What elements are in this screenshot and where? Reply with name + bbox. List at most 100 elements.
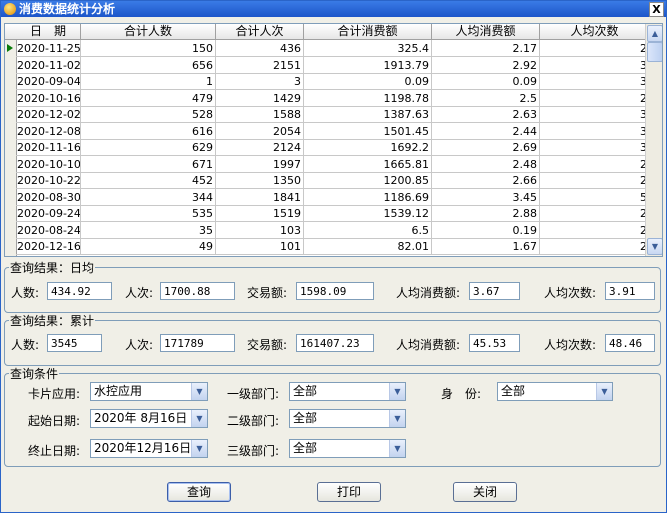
table-row[interactable]: 2020-12-02 528 1588 1387.63 2.63 3	[5, 106, 650, 124]
table-cell: 2020-10-22	[16, 172, 81, 189]
dept2-label: 二级部门:	[227, 414, 280, 428]
chevron-down-icon[interactable]: ▼	[191, 383, 207, 400]
scroll-down-arrow-icon[interactable]: ▼	[647, 238, 662, 255]
table-cell: 1519	[216, 205, 304, 222]
chevron-down-icon[interactable]: ▼	[389, 383, 405, 400]
table-row[interactable]: 2020-09-04 1 3 0.09 0.09 3	[5, 73, 650, 91]
vertical-scrollbar[interactable]: ▲ ▼	[645, 24, 662, 256]
table-cell: 3	[216, 73, 304, 90]
chevron-down-icon[interactable]: ▼	[389, 410, 405, 427]
data-grid[interactable]: 日 期合计人数 合计人次 合计消费额 人均消费额 人均次数 2020-11-25 150 4…	[4, 23, 663, 257]
column-header[interactable]: 人均消费额	[432, 24, 540, 40]
table-cell: 2020-09-24	[16, 205, 81, 222]
chevron-down-icon[interactable]: ▼	[596, 383, 612, 400]
table-cell: 2020-08-24	[16, 221, 81, 239]
column-header[interactable]: 合计人数	[81, 24, 216, 40]
column-header[interactable]: 合计消费额	[304, 24, 432, 40]
table-row[interactable]: 2020-11-16 629 2124 1692.2 2.69 3	[5, 139, 650, 157]
table-cell: 101	[216, 238, 304, 255]
table-cell: 2020-10-10	[16, 155, 81, 173]
table-cell: 2.92	[432, 56, 540, 74]
table-cell: 150	[81, 40, 216, 57]
chevron-down-icon[interactable]: ▼	[191, 440, 207, 457]
scroll-up-arrow-icon[interactable]: ▲	[647, 25, 662, 42]
total-avg-amount-field[interactable]: 45.53	[469, 334, 520, 352]
dept3-value: 全部	[293, 441, 318, 455]
total-people-field[interactable]: 3545	[47, 334, 102, 352]
daily-avg-visits-label: 人均次数:	[544, 286, 597, 300]
total-visits-field[interactable]: 171789	[160, 334, 235, 352]
print-button[interactable]: 打印	[317, 482, 381, 502]
table-row[interactable]: 2020-10-10 671 1997 1665.81 2.48 2	[5, 155, 650, 174]
scroll-thumb[interactable]	[647, 42, 662, 62]
table-row[interactable]: 2020-11-25 150 436 325.4 2.17 2	[5, 40, 650, 58]
grid-header: 日 期合计人数 合计人次 合计消费额 人均消费额 人均次数	[5, 24, 650, 40]
table-cell: 2054	[216, 122, 304, 140]
table-row[interactable]: 2020-12-16 49 101 82.01 1.67 2	[5, 238, 650, 256]
table-row[interactable]: 2020-09-24 535 1519 1539.12 2.88 2	[5, 205, 650, 223]
table-cell: 629	[81, 139, 216, 156]
table-cell: 5	[540, 188, 650, 206]
card-app-select[interactable]: 水控应用 ▼	[90, 382, 208, 401]
table-row[interactable]: 2020-12-08 616 2054 1501.45 2.44 3	[5, 122, 650, 141]
table-cell: 1186.69	[304, 188, 432, 206]
table-row[interactable]: 2020-08-30 344 1841 1186.69 3.45 5	[5, 188, 650, 207]
table-cell: 2020-11-16	[16, 139, 81, 156]
column-header[interactable]: 日 期	[16, 24, 81, 40]
daily-amount-label: 交易额:	[247, 286, 288, 300]
close-button[interactable]: 关闭	[453, 482, 517, 502]
daily-visits-field[interactable]: 1700.88	[160, 282, 235, 300]
start-date-picker[interactable]: 2020年 8月16日 ▼	[90, 409, 208, 428]
app-icon	[4, 3, 16, 15]
current-row-arrow-icon	[7, 44, 13, 52]
dept2-select[interactable]: 全部 ▼	[289, 409, 406, 428]
table-cell: 2020-09-04	[16, 73, 81, 90]
table-cell: 2.88	[432, 205, 540, 222]
table-cell: 2	[540, 40, 650, 57]
dept3-select[interactable]: 全部 ▼	[289, 439, 406, 458]
chevron-down-icon[interactable]: ▼	[191, 410, 207, 427]
dept1-label: 一级部门:	[227, 387, 280, 401]
table-row[interactable]: 2020-08-24 35 103 6.5 0.19 2	[5, 221, 650, 240]
table-cell: 3	[540, 122, 650, 140]
close-window-button[interactable]: X	[649, 2, 664, 17]
table-cell: 479	[81, 89, 216, 107]
daily-avg-visits-field[interactable]: 3.91	[605, 282, 655, 300]
end-date-picker[interactable]: 2020年12月16日 ▼	[90, 439, 208, 458]
table-cell: 2020-08-30	[16, 188, 81, 206]
total-avg-amount-label: 人均消费额:	[396, 338, 461, 352]
daily-amount-field[interactable]: 1598.09	[296, 282, 374, 300]
chevron-down-icon[interactable]: ▼	[389, 440, 405, 457]
dept1-select[interactable]: 全部 ▼	[289, 382, 406, 401]
window-title: 消费数据统计分析	[19, 2, 116, 16]
start-date-value: 2020年 8月16日	[94, 411, 188, 425]
table-row[interactable]: 2020-10-16 479 1429 1198.78 2.5 2	[5, 89, 650, 108]
query-button[interactable]: 查询	[167, 482, 231, 502]
total-amount-field[interactable]: 161407.23	[296, 334, 374, 352]
start-date-label: 起始日期:	[28, 414, 81, 428]
table-cell: 1539.12	[304, 205, 432, 222]
table-cell: 528	[81, 106, 216, 123]
card-app-label: 卡片应用:	[28, 387, 81, 401]
daily-people-label: 人数:	[11, 286, 40, 300]
table-cell: 1841	[216, 188, 304, 206]
end-date-label: 终止日期:	[28, 444, 81, 458]
table-cell: 325.4	[304, 40, 432, 57]
total-people-label: 人数:	[11, 338, 40, 352]
daily-people-field[interactable]: 434.92	[47, 282, 112, 300]
table-cell: 2	[540, 205, 650, 222]
table-cell: 2.44	[432, 122, 540, 140]
table-cell: 2020-12-08	[16, 122, 81, 140]
total-avg-visits-field[interactable]: 48.46	[605, 334, 655, 352]
table-row[interactable]: 2020-11-02 656 2151 1913.79 2.92 3	[5, 56, 650, 75]
table-cell: 1387.63	[304, 106, 432, 123]
table-cell: 2020-10-16	[16, 89, 81, 107]
table-row[interactable]: 2020-10-22 452 1350 1200.85 2.66 2	[5, 172, 650, 190]
dept1-value: 全部	[293, 384, 318, 398]
column-header[interactable]: 人均次数	[540, 24, 650, 40]
daily-avg-amount-field[interactable]: 3.67	[469, 282, 520, 300]
table-cell: 2	[540, 238, 650, 255]
column-header[interactable]: 合计人次	[216, 24, 304, 40]
identity-select[interactable]: 全部 ▼	[497, 382, 613, 401]
table-cell: 2	[540, 221, 650, 239]
